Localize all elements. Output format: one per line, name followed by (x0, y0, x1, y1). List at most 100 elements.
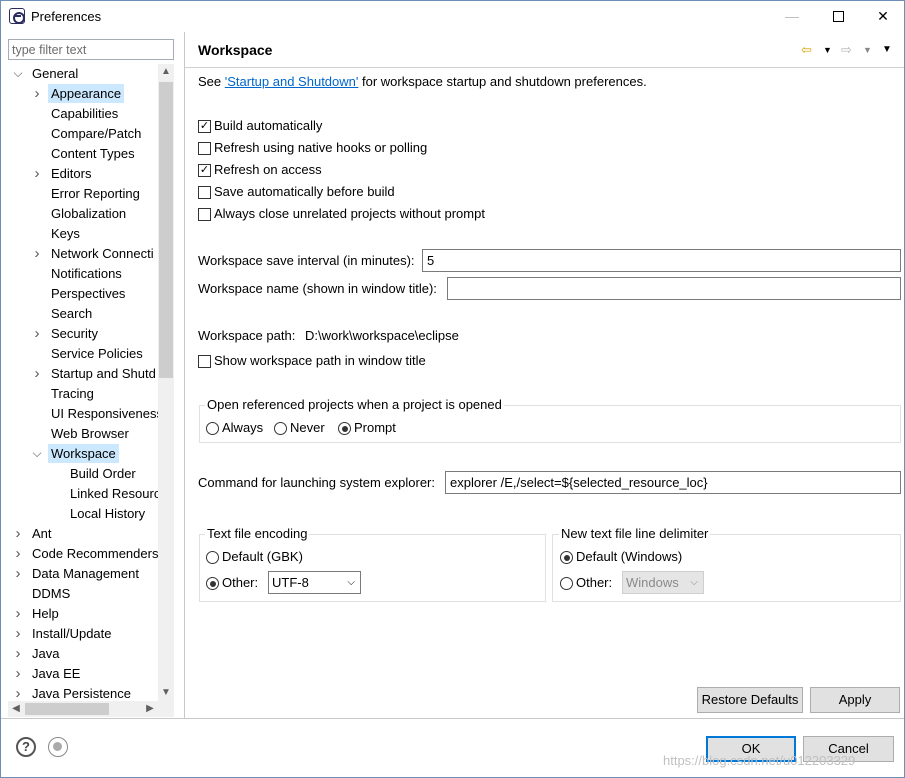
tree-item[interactable]: › Java (8, 644, 168, 663)
record-macro-icon[interactable] (48, 737, 68, 757)
tree-item[interactable]: UI Responsiveness (8, 404, 168, 423)
tree-item-label: Appearance (48, 84, 125, 103)
tree-item[interactable]: › Java EE (8, 664, 168, 683)
vertical-scroll-thumb[interactable] (159, 82, 173, 378)
chevron-right-icon[interactable]: › (32, 324, 42, 343)
restore-defaults-button[interactable]: Restore Defaults (697, 687, 803, 713)
tree-item[interactable]: Compare/Patch (8, 124, 168, 143)
tree-item[interactable]: DDMS (8, 584, 168, 603)
chevron-down-icon: ⌵ (690, 577, 698, 588)
chevron-right-icon[interactable]: › (32, 84, 42, 103)
chevron-right-icon[interactable]: › (13, 684, 23, 701)
preference-tree: ⌵ General › Appearance Capabilities Compare/P… (8, 64, 174, 701)
title-separator (185, 67, 904, 68)
tree-item[interactable]: › Network Connecti (8, 244, 168, 263)
chevron-right-icon[interactable]: › (13, 624, 23, 643)
tree-item[interactable]: › Startup and Shutd (8, 364, 168, 383)
scroll-up-arrow-icon[interactable]: ▲ (158, 64, 174, 80)
checkbox-box (198, 355, 211, 368)
tree-item[interactable]: Notifications (8, 264, 168, 283)
forward-arrow-icon[interactable]: ⇨ (841, 41, 852, 59)
startup-description: See 'Startup and Shutdown' for workspace… (198, 74, 647, 89)
delimiter-select[interactable]: Windows ⌵ (622, 571, 704, 594)
radio-dot (338, 422, 351, 435)
chevron-right-icon[interactable]: › (32, 244, 42, 263)
checkbox-box (198, 142, 211, 155)
chevron-right-icon[interactable]: › (13, 644, 23, 663)
forward-menu-icon[interactable]: ▼ (863, 41, 872, 59)
tree-item[interactable]: Content Types (8, 144, 168, 163)
open-referenced-title: Open referenced projects when a project … (205, 397, 504, 412)
tree-vertical-scrollbar[interactable]: ▲ ▼ (158, 64, 174, 701)
eclipse-app-icon (9, 8, 25, 24)
help-icon[interactable]: ? (16, 737, 36, 757)
tree-item[interactable]: ⌵ Workspace (8, 444, 168, 463)
tree-item[interactable]: › Ant (8, 524, 168, 543)
chevron-down-icon[interactable]: ⌵ (13, 64, 23, 83)
tree-item-label: DDMS (32, 586, 71, 601)
tree-item[interactable]: Tracing (8, 384, 168, 403)
tree-item-label: Local History (70, 506, 146, 521)
tree-item[interactable]: Globalization (8, 204, 168, 223)
checkmark-icon: ✓ (198, 164, 211, 177)
always-label: Always (222, 420, 264, 435)
save-interval-input[interactable]: 5 (422, 249, 901, 272)
tree-item[interactable]: › Security (8, 324, 168, 343)
tree-item-label: Compare/Patch (51, 126, 142, 141)
chevron-right-icon[interactable]: › (13, 664, 23, 683)
encoding-select[interactable]: UTF-8 ⌵ (268, 571, 361, 594)
tree-item[interactable]: › Appearance (8, 84, 168, 103)
close-button[interactable]: ✕ (860, 1, 905, 32)
back-arrow-icon[interactable]: ⇦ (801, 41, 812, 59)
tree-item[interactable]: Search (8, 304, 168, 323)
tree-item[interactable]: Web Browser (8, 424, 168, 443)
apply-button[interactable]: Apply (810, 687, 900, 713)
chevron-right-icon[interactable]: › (13, 524, 23, 543)
explorer-command-input[interactable]: explorer /E,/select=${selected_resource_… (445, 471, 901, 494)
scroll-right-arrow-icon[interactable]: ▶ (142, 701, 158, 717)
workspace-name-input[interactable] (447, 277, 901, 300)
tree-item[interactable]: › Data Management (8, 564, 168, 583)
tree-item[interactable]: Local History (8, 504, 168, 523)
tree-item[interactable]: › Help (8, 604, 168, 623)
startup-shutdown-link[interactable]: 'Startup and Shutdown' (225, 74, 359, 89)
tree-item[interactable]: Perspectives (8, 284, 168, 303)
minimize-button[interactable]: — (769, 1, 815, 32)
chevron-right-icon[interactable]: › (13, 544, 23, 563)
tree-item-label: Capabilities (51, 106, 119, 121)
tree-item[interactable]: Error Reporting (8, 184, 168, 203)
tree-item[interactable]: Build Order (8, 464, 168, 483)
back-menu-icon[interactable]: ▼ (823, 41, 832, 59)
filter-input[interactable] (8, 39, 174, 60)
tree-item-label: Linked Resourc (70, 486, 161, 501)
tree-item[interactable]: ⌵ General (8, 64, 168, 83)
refresh-native-label: Refresh using native hooks or polling (214, 140, 428, 155)
checkmark-icon: ✓ (198, 120, 211, 133)
window-title: Preferences (31, 9, 102, 24)
maximize-button[interactable] (815, 1, 861, 32)
tree-item-label: Editors (51, 166, 92, 181)
chevron-down-icon[interactable]: ⌵ (32, 444, 42, 463)
checkbox-box (198, 208, 211, 221)
panel-divider (184, 32, 185, 719)
chevron-right-icon[interactable]: › (32, 164, 42, 183)
scroll-down-arrow-icon[interactable]: ▼ (158, 685, 174, 701)
tree-item-label: General (32, 66, 79, 81)
view-menu-icon[interactable]: ▼ (882, 41, 892, 59)
tree-horizontal-scrollbar[interactable]: ◀ ▶ (8, 701, 174, 717)
tree-item[interactable]: › Java Persistence (8, 684, 168, 701)
tree-item[interactable]: Service Policies (8, 344, 168, 363)
chevron-right-icon[interactable]: › (13, 604, 23, 623)
tree-item[interactable]: Capabilities (8, 104, 168, 123)
scroll-left-arrow-icon[interactable]: ◀ (8, 701, 24, 717)
chevron-right-icon[interactable]: › (32, 364, 42, 383)
chevron-right-icon[interactable]: › (13, 564, 23, 583)
tree-item-label: Install/Update (32, 626, 112, 641)
tree-item[interactable]: › Editors (8, 164, 168, 183)
tree-item[interactable]: Keys (8, 224, 168, 243)
tree-item[interactable]: › Code Recommenders (8, 544, 168, 563)
horizontal-scroll-thumb[interactable] (25, 703, 109, 715)
tree-item-label: Search (51, 306, 93, 321)
tree-item[interactable]: › Install/Update (8, 624, 168, 643)
tree-item[interactable]: Linked Resourc (8, 484, 168, 503)
